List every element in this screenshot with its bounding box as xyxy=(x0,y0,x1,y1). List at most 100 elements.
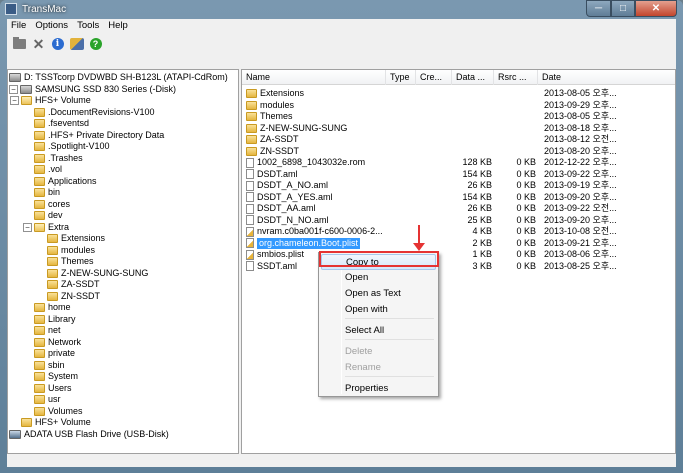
file-name-cell: DSDT_N_NO.aml xyxy=(246,215,390,226)
tree-item[interactable]: Volumes xyxy=(23,406,83,417)
context-menu-properties[interactable]: Properties xyxy=(321,381,436,397)
file-data-size: 3 KB xyxy=(472,260,492,271)
folder-icon xyxy=(34,223,45,232)
tree-item[interactable]: Z-NEW-SUNG-SUNG xyxy=(36,268,148,279)
tree-item[interactable]: .DocumentRevisions-V100 xyxy=(23,107,155,118)
file-row[interactable]: org.chameleon.Boot.plist 2 KB 0 KB 2013-09-… xyxy=(242,237,675,249)
tree-item-label: Users xyxy=(48,383,72,393)
tree-expander[interactable]: − xyxy=(23,223,32,232)
tree-item-label: Extensions xyxy=(61,233,106,243)
tree-item-label: modules xyxy=(61,245,96,255)
context-menu-delete[interactable]: Delete xyxy=(321,344,436,360)
close-icon[interactable]: ✕ xyxy=(31,36,46,52)
file-row[interactable]: ZA-SSDT 2013-08-12 오전... xyxy=(242,134,675,145)
file-row[interactable]: modules 2013-09-29 오후... xyxy=(242,100,675,111)
maximize-button[interactable]: □ xyxy=(611,0,635,17)
col-data-size[interactable]: Data ... xyxy=(452,70,494,85)
tree-item[interactable]: dev xyxy=(23,210,63,221)
close-button[interactable]: ✕ xyxy=(635,0,677,17)
tree-item[interactable]: usr xyxy=(23,394,61,405)
col-creator[interactable]: Cre... xyxy=(416,70,452,85)
menu-file[interactable]: File xyxy=(7,19,31,33)
file-row[interactable]: 1002_6898_1043032e.rom 128 KB 0 KB 2012-12-… xyxy=(242,157,675,168)
tree-item[interactable]: ZA-SSDT xyxy=(36,279,100,290)
tree-item[interactable]: modules xyxy=(36,245,95,256)
context-menu-rename[interactable]: Rename xyxy=(321,360,436,376)
tree-item[interactable]: Themes xyxy=(36,256,94,267)
tree-item-label: Extra xyxy=(48,222,70,232)
file-row[interactable]: Extensions 2013-08-05 오후... xyxy=(242,88,675,99)
tree-item[interactable]: .fseventsd xyxy=(23,118,89,129)
tree-expander[interactable]: − xyxy=(10,96,19,105)
file-icon xyxy=(246,203,254,214)
file-row[interactable]: DSDT_A_NO.aml 26 KB 0 KB 2013-09-19 오후... xyxy=(242,180,675,191)
context-menu-open[interactable]: Open xyxy=(321,270,436,286)
tree-item[interactable]: Users xyxy=(23,383,72,394)
tree-item[interactable]: .Spotlight-V100 xyxy=(23,141,110,152)
tree-item-label: cores xyxy=(48,199,71,209)
tree-item[interactable]: .HFS+ Private Directory Data xyxy=(23,130,164,141)
file-row[interactable]: nvram.c0ba001f-c600-0006-2... 4 KB 0 KB 201… xyxy=(242,226,675,237)
context-menu-open-with[interactable]: Open with xyxy=(321,302,436,318)
menu-help[interactable]: Help xyxy=(104,19,133,33)
minimize-button[interactable]: ─ xyxy=(586,0,611,17)
tree-item[interactable]: home xyxy=(23,302,71,313)
file-list[interactable]: Name Type Cre... Data ... Rsrc ... Date … xyxy=(241,69,676,454)
file-row[interactable]: smbios.plist 1 KB 0 KB 2013-08-06 오후... xyxy=(242,249,675,260)
folder-icon xyxy=(47,280,58,289)
folder-icon[interactable] xyxy=(12,37,27,52)
folder-tree[interactable]: D: TSSTcorp DVDWBD SH-B123L (ATAPI-CdRom… xyxy=(7,69,239,454)
tree-item[interactable]: cores xyxy=(23,199,70,210)
tree-item[interactable]: Network xyxy=(23,337,81,348)
file-row[interactable]: ZN-SSDT 2013-08-20 오후... xyxy=(242,146,675,157)
col-rsrc-size[interactable]: Rsrc ... xyxy=(494,70,538,85)
file-name: Z-NEW-SUNG-SUNG xyxy=(260,122,348,133)
file-row[interactable]: DSDT.aml 154 KB 0 KB 2013-09-22 오후... xyxy=(242,169,675,180)
file-row[interactable]: Z-NEW-SUNG-SUNG 2013-08-18 오후... xyxy=(242,122,675,134)
tree-item[interactable]: ZN-SSDT xyxy=(36,291,100,302)
menu-separator xyxy=(345,339,434,340)
tree-item[interactable]: private xyxy=(23,348,75,359)
file-row[interactable]: DSDT_N_NO.aml 25 KB 0 KB 2013-09-20 오후... xyxy=(242,215,675,226)
tree-item[interactable]: − Extra xyxy=(23,222,69,233)
col-date[interactable]: Date xyxy=(538,70,675,85)
col-type[interactable]: Type xyxy=(386,70,416,85)
folder-icon xyxy=(21,96,32,105)
folder-icon xyxy=(246,135,257,144)
folder-icon xyxy=(34,338,45,347)
tree-item[interactable]: HFS+ Volume xyxy=(10,417,91,428)
tree-item[interactable]: − HFS+ Volume xyxy=(10,95,91,106)
file-row[interactable]: SSDT.aml 3 KB 0 KB 2013-08-25 오후... xyxy=(242,260,675,272)
folder-icon xyxy=(47,234,58,243)
help-icon[interactable]: ? xyxy=(88,37,103,52)
tree-item[interactable]: sbin xyxy=(23,360,65,371)
tree-item[interactable]: bin xyxy=(23,187,60,198)
tree-item[interactable]: D: TSSTcorp DVDWBD SH-B123L (ATAPI-CdRom… xyxy=(9,72,228,83)
context-menu-open-as-text[interactable]: Open as Text xyxy=(321,286,436,302)
info-icon[interactable]: i xyxy=(50,37,65,52)
tools-icon[interactable] xyxy=(69,37,84,52)
tree-item[interactable]: ADATA USB Flash Drive (USB-Disk) xyxy=(9,429,169,440)
context-menu-select-all[interactable]: Select All xyxy=(321,323,436,339)
file-row[interactable]: DSDT_AA.aml 26 KB 0 KB 2013-09-22 오전... xyxy=(242,203,675,214)
tree-item[interactable]: net xyxy=(23,325,61,336)
tree-item-label: Library xyxy=(48,314,76,324)
file-row[interactable]: Themes 2013-08-05 오후... xyxy=(242,111,675,122)
file-row[interactable]: DSDT_A_YES.aml 154 KB 0 KB 2013-09-20 오후... xyxy=(242,192,675,203)
tree-item[interactable]: Library xyxy=(23,314,76,325)
tree-item[interactable]: Applications xyxy=(23,176,97,187)
tree-item-label: HFS+ Volume xyxy=(35,417,91,427)
col-name[interactable]: Name xyxy=(242,70,386,85)
menu-tools[interactable]: Tools xyxy=(73,19,104,33)
folder-icon xyxy=(34,142,45,151)
tree-item[interactable]: .vol xyxy=(23,164,62,175)
usb-drive-icon xyxy=(9,430,21,439)
tree-item[interactable]: System xyxy=(23,371,78,382)
title-bar[interactable]: TransMac ─ □ ✕ xyxy=(0,0,683,19)
tree-expander[interactable]: − xyxy=(9,85,18,94)
tree-item[interactable]: − SAMSUNG SSD 830 Series (-Disk) xyxy=(9,84,176,95)
folder-icon xyxy=(21,418,32,427)
menu-options[interactable]: Options xyxy=(31,19,73,33)
tree-item[interactable]: Extensions xyxy=(36,233,105,244)
tree-item[interactable]: .Trashes xyxy=(23,153,83,164)
